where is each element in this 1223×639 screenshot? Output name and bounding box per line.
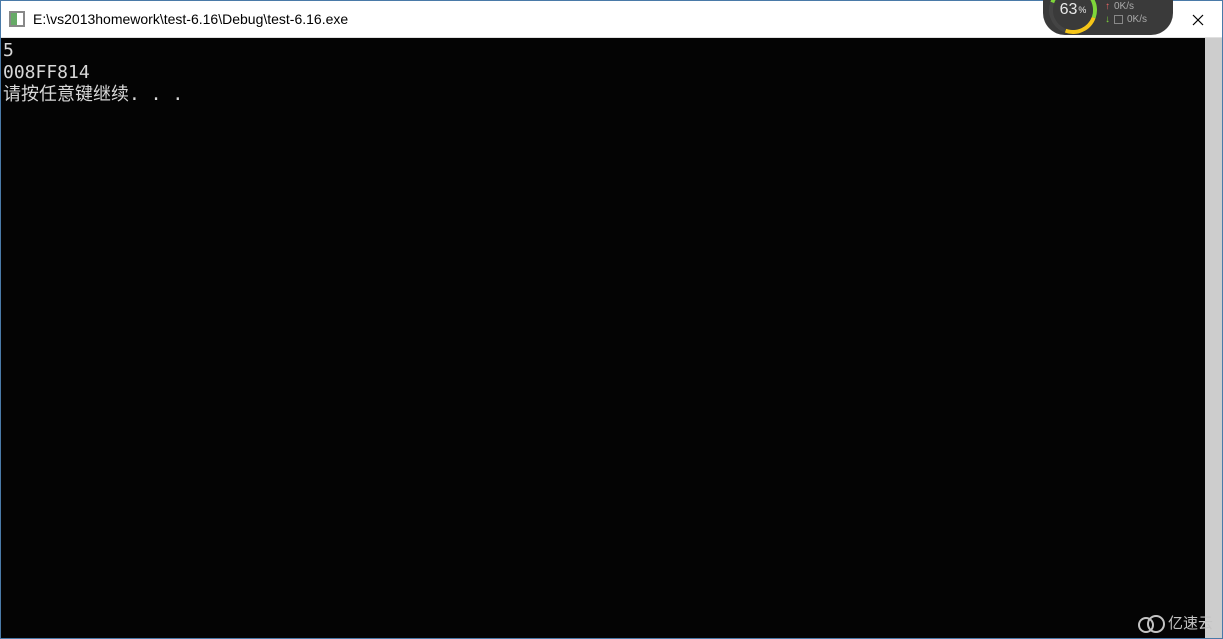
titlebar[interactable]: E:\vs2013homework\test-6.16\Debug\test-6… (1, 1, 1222, 38)
console-output[interactable]: 5 008FF814 请按任意键继续. . . (1, 38, 1222, 638)
upload-arrow-icon: ↑ (1105, 1, 1110, 12)
scrollbar-thumb[interactable] (1205, 38, 1222, 638)
close-icon (1192, 14, 1204, 26)
upload-speed: 0K/s (1114, 1, 1134, 12)
download-arrow-icon: ↓ (1105, 14, 1110, 25)
upload-row: ↑ 0K/s (1105, 1, 1147, 12)
vertical-scrollbar[interactable] (1205, 38, 1222, 638)
cloud-icon (1138, 615, 1164, 631)
network-monitor-widget[interactable]: 63% ↑ 0K/s ↓ 0K/s (1043, 0, 1173, 35)
gauge-percent: 63 (1060, 1, 1078, 19)
download-row: ↓ 0K/s (1105, 14, 1147, 25)
gauge-percent-symbol: % (1078, 5, 1086, 15)
close-button[interactable] (1175, 5, 1220, 35)
download-speed: 0K/s (1127, 14, 1147, 25)
app-icon (9, 11, 25, 27)
usage-gauge: 63% (1049, 0, 1097, 34)
network-stats: ↑ 0K/s ↓ 0K/s (1105, 1, 1147, 25)
console-line: 5 (3, 40, 1220, 62)
window-title: E:\vs2013homework\test-6.16\Debug\test-6… (33, 11, 1214, 27)
console-line: 请按任意键继续. . . (3, 84, 1220, 106)
console-line: 008FF814 (3, 62, 1220, 84)
watermark: 亿速云 (1138, 612, 1213, 633)
console-window: E:\vs2013homework\test-6.16\Debug\test-6… (0, 0, 1223, 639)
checkbox-icon (1114, 15, 1123, 24)
watermark-text: 亿速云 (1168, 612, 1213, 633)
